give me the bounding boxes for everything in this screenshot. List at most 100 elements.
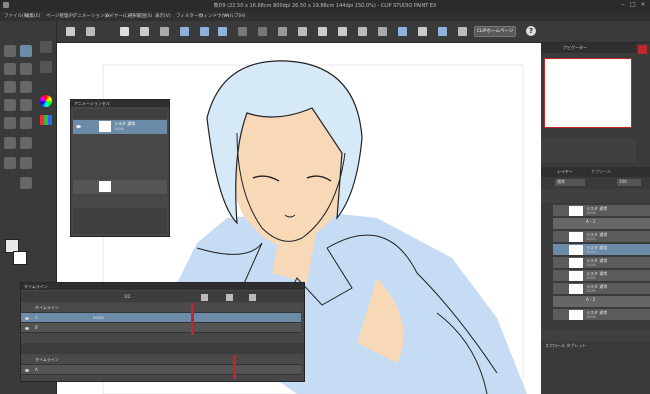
export-icon[interactable]: [180, 27, 189, 36]
cel-link-icon[interactable]: [458, 27, 467, 36]
cel-thumb: [99, 181, 111, 192]
cel-layer-opacity: 100%: [114, 127, 125, 131]
onion-icon[interactable]: [358, 27, 367, 36]
animation-cel-title: アニメーションセル: [71, 100, 169, 107]
layer-row[interactable]: ラスタ 通常 100%: [553, 270, 650, 282]
clear-icon[interactable]: [160, 27, 169, 36]
layer-row[interactable]: ラスタ 通常 100%: [553, 257, 650, 269]
fill-tool-icon[interactable]: [20, 137, 32, 149]
layer-folder-row[interactable]: A - 2: [553, 296, 650, 308]
timeline-toolbar: 1/2: [21, 291, 304, 302]
play-icon[interactable]: [226, 294, 233, 301]
layer-name: A - 2: [586, 297, 596, 302]
menu-page[interactable]: ページ管理(P): [46, 13, 75, 19]
text-tool-icon[interactable]: [20, 177, 32, 189]
cel-row[interactable]: [73, 180, 167, 194]
figure-tool-icon[interactable]: [20, 157, 32, 169]
frame-display: 1/2: [124, 294, 131, 299]
menu-layer[interactable]: レイヤー(L): [105, 13, 129, 19]
playhead[interactable]: [233, 355, 236, 379]
prev-frame-icon[interactable]: [201, 294, 208, 301]
layer-row[interactable]: ラスタ 通常 100%: [553, 283, 650, 295]
navigator-preview[interactable]: [544, 58, 632, 128]
layer-row[interactable]: ラスタ 通常 100%: [553, 231, 650, 243]
tab-layers[interactable]: レイヤー: [557, 169, 573, 175]
visibility-eye-icon[interactable]: [76, 125, 81, 128]
pen-tool-icon[interactable]: [20, 81, 32, 93]
timeline-panel: タイムライン 1/2 タイムライン A 00001 B タイムライン A: [20, 282, 305, 382]
gradient-tool-icon[interactable]: [4, 157, 16, 169]
track-label: B: [35, 325, 38, 330]
layer-row[interactable]: ラスタ 通常 100%: [553, 309, 650, 321]
move-tool-icon[interactable]: [40, 41, 52, 53]
pencil-tool-icon[interactable]: [4, 99, 16, 111]
layer-thumb: [569, 245, 583, 255]
export3-icon[interactable]: [218, 27, 227, 36]
selection-tool-icon[interactable]: [20, 63, 32, 75]
export2-icon[interactable]: [200, 27, 209, 36]
layer-folder-row[interactable]: A - 1: [553, 218, 650, 230]
zoom-tool-icon[interactable]: [4, 45, 16, 57]
grid-icon[interactable]: [298, 27, 307, 36]
lightbox-icon[interactable]: [378, 27, 387, 36]
help-button[interactable]: ?: [526, 26, 536, 36]
maximize-button[interactable]: □: [629, 1, 637, 9]
decoration-tool-icon[interactable]: [20, 117, 32, 129]
transform-icon[interactable]: [278, 27, 287, 36]
navigator-tab[interactable]: ナビゲーター: [563, 45, 587, 51]
save-icon[interactable]: [120, 27, 129, 36]
ruler-icon[interactable]: [338, 27, 347, 36]
close-button[interactable]: ×: [639, 1, 647, 9]
minimize-button[interactable]: –: [619, 1, 627, 9]
cel-row-selected[interactable]: ラスタ 通常 100%: [73, 120, 167, 134]
visibility-eye-icon[interactable]: [25, 369, 29, 372]
cel-move-icon[interactable]: [438, 27, 447, 36]
layer-icon[interactable]: [418, 27, 427, 36]
status-text: スクロール タブレット: [545, 343, 587, 348]
color-wheel-icon[interactable]: [40, 95, 52, 107]
menu-help[interactable]: ヘルプ(H): [225, 13, 245, 19]
sub-color-swatch[interactable]: [13, 251, 27, 265]
snap-icon[interactable]: [318, 27, 327, 36]
layers-tab-icon[interactable]: [638, 45, 647, 54]
eyedropper-tool-icon[interactable]: [4, 81, 16, 93]
opacity-value[interactable]: 100: [617, 179, 641, 186]
layer-opacity: 100%: [586, 263, 597, 267]
color-palette-icon[interactable]: [40, 115, 52, 125]
visibility-eye-icon[interactable]: [25, 317, 29, 320]
eraser-tool-icon[interactable]: [4, 137, 16, 149]
visibility-eye-icon[interactable]: [25, 327, 29, 330]
layer-row[interactable]: ラスタ 通常 100%: [553, 205, 650, 217]
clip-homepage-button[interactable]: CLIPホームページ: [474, 26, 516, 37]
next-frame-icon[interactable]: [249, 294, 256, 301]
animation-cel-panel: アニメーションセル ラスタ 通常 100%: [70, 99, 170, 237]
airbrush-tool-icon[interactable]: [4, 117, 16, 129]
blend-mode-select[interactable]: 通常: [555, 179, 585, 186]
open-icon[interactable]: [86, 27, 95, 36]
new-icon[interactable]: [66, 27, 75, 36]
redo-icon[interactable]: [258, 27, 267, 36]
track-row-b[interactable]: B: [21, 323, 301, 333]
track-cell-value: 00001: [93, 316, 105, 320]
undo-icon[interactable]: [238, 27, 247, 36]
lasso-tool-icon[interactable]: [40, 61, 52, 73]
track-row-a[interactable]: A 00001: [21, 313, 301, 323]
layer-opacity: 100%: [586, 289, 597, 293]
title-bar: 熊D9 (22.50 x 16.88cm 800dpi 26.50 x 19.8…: [0, 0, 650, 11]
menu-view[interactable]: 表示(V): [155, 13, 171, 19]
brush-tool-icon[interactable]: [20, 99, 32, 111]
copy-icon[interactable]: [140, 27, 149, 36]
timeline-header-row: タイムライン: [21, 355, 301, 365]
layer-thumb: [569, 232, 583, 242]
layers-tab-bar: レイヤー サブツール: [541, 167, 650, 177]
operation-tool-icon[interactable]: [4, 63, 16, 75]
playhead[interactable]: [191, 303, 194, 335]
track-row-a2[interactable]: A: [21, 365, 301, 375]
hand-tool-icon[interactable]: [20, 45, 32, 57]
menu-edit[interactable]: 編集(E): [25, 13, 40, 19]
layer-thumb: [569, 310, 583, 320]
cel-icon[interactable]: [398, 27, 407, 36]
layer-row-selected[interactable]: ラスタ 通常 100%: [553, 244, 650, 256]
tab-subtool[interactable]: サブツール: [591, 169, 611, 175]
menu-selection[interactable]: 選択範囲(S): [128, 13, 152, 19]
